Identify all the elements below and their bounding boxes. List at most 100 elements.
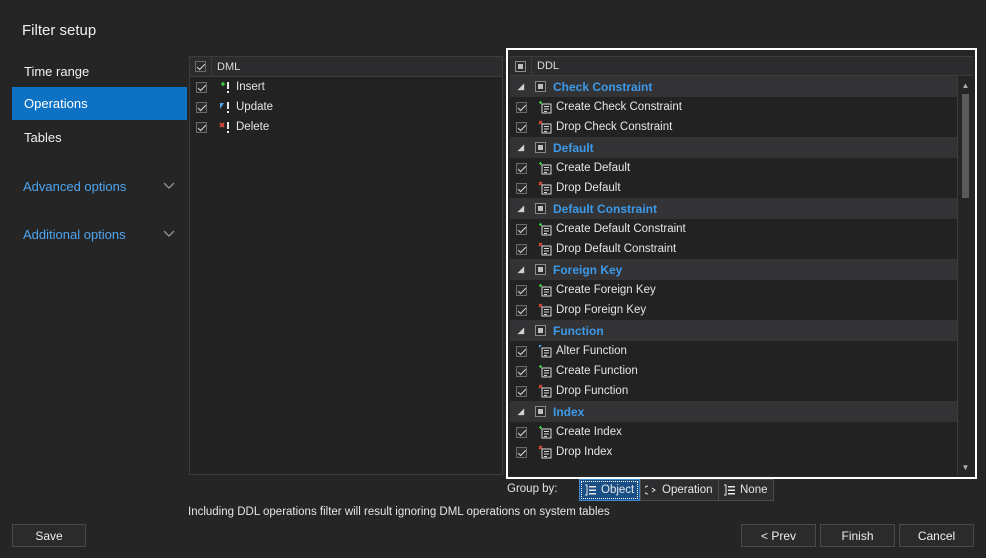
- group-checkbox[interactable]: [535, 81, 546, 92]
- collapse-triangle-icon[interactable]: ◢: [510, 82, 532, 91]
- ddl-header-label: DDL: [537, 60, 560, 72]
- ddl-row-checkbox[interactable]: [515, 365, 527, 377]
- dml-row-update[interactable]: Update: [190, 97, 502, 117]
- save-button[interactable]: Save: [12, 524, 86, 547]
- ddl-group-header[interactable]: ◢ Function: [510, 320, 957, 341]
- ddl-row-label: Alter Function: [556, 345, 627, 357]
- collapse-triangle-icon[interactable]: ◢: [510, 265, 532, 274]
- ddl-row[interactable]: Drop Function: [510, 381, 957, 401]
- nav-time-range[interactable]: Time range: [12, 55, 187, 88]
- nav-tables[interactable]: Tables: [12, 121, 187, 154]
- additional-options-toggle[interactable]: Additional options: [23, 224, 175, 244]
- collapse-triangle-icon[interactable]: ◢: [510, 143, 532, 152]
- create-operation-icon: [538, 283, 552, 297]
- dml-row-insert[interactable]: Insert: [190, 77, 502, 97]
- drop-operation-icon: [538, 120, 552, 134]
- group-checkbox[interactable]: [535, 142, 546, 153]
- collapse-triangle-icon[interactable]: ◢: [510, 407, 532, 416]
- ddl-row[interactable]: Drop Default: [510, 178, 957, 198]
- finish-button[interactable]: Finish: [820, 524, 895, 547]
- dml-grid: DML Insert Update Delete: [189, 56, 503, 475]
- ddl-row-label: Create Index: [556, 426, 622, 438]
- ddl-scrollbar[interactable]: ▲ ▼: [957, 77, 973, 475]
- ddl-row[interactable]: Create Check Constraint: [510, 97, 957, 117]
- ddl-row-label: Drop Function: [556, 385, 629, 397]
- ddl-row-label: Create Function: [556, 365, 638, 377]
- group-checkbox[interactable]: [535, 406, 546, 417]
- ddl-row[interactable]: Alter Function: [510, 341, 957, 361]
- ddl-grid-header: DDL: [510, 56, 973, 76]
- ddl-group-name: Index: [553, 404, 585, 419]
- ddl-row-checkbox[interactable]: [515, 426, 527, 438]
- ddl-row[interactable]: Drop Foreign Key: [510, 300, 957, 320]
- advanced-options-label: Advanced options: [23, 178, 127, 194]
- scroll-thumb[interactable]: [962, 94, 969, 198]
- ddl-row-checkbox[interactable]: [515, 223, 527, 235]
- nav-operations[interactable]: Operations: [12, 87, 187, 120]
- ddl-row-checkbox[interactable]: [515, 101, 527, 113]
- advanced-options-toggle[interactable]: Advanced options: [23, 176, 175, 196]
- drop-operation-icon: [538, 303, 552, 317]
- create-operation-icon: [538, 425, 552, 439]
- ddl-grid: DDL ◢ Check Constraint Create Check Constr…: [510, 56, 973, 475]
- scroll-up-icon[interactable]: ▲: [958, 79, 973, 91]
- ddl-row[interactable]: Drop Index: [510, 442, 957, 462]
- group-by-object-button[interactable]: Object: [579, 479, 641, 501]
- collapse-triangle-icon[interactable]: ◢: [510, 326, 532, 335]
- ddl-row-checkbox[interactable]: [515, 446, 527, 458]
- ddl-row-checkbox[interactable]: [515, 345, 527, 357]
- ddl-row-label: Drop Check Constraint: [556, 121, 673, 133]
- ddl-row-label: Create Default Constraint: [556, 223, 686, 235]
- ddl-group-header[interactable]: ◢ Foreign Key: [510, 259, 957, 280]
- collapse-triangle-icon[interactable]: ◢: [510, 204, 532, 213]
- prev-button[interactable]: < Prev: [741, 524, 816, 547]
- ddl-row[interactable]: Create Function: [510, 361, 957, 381]
- cancel-button[interactable]: Cancel: [899, 524, 974, 547]
- ddl-grid-frame: DDL ◢ Check Constraint Create Check Constr…: [506, 48, 977, 479]
- ddl-row-checkbox[interactable]: [515, 385, 527, 397]
- delete-label: Delete: [236, 121, 270, 133]
- ddl-row[interactable]: Create Default: [510, 158, 957, 178]
- ddl-row[interactable]: Drop Check Constraint: [510, 117, 957, 137]
- scroll-down-icon[interactable]: ▼: [958, 461, 973, 473]
- update-icon: [218, 100, 232, 114]
- create-operation-icon: [538, 100, 552, 114]
- ddl-row-checkbox[interactable]: [515, 243, 527, 255]
- ddl-group-header[interactable]: ◢ Default Constraint: [510, 198, 957, 219]
- ddl-row-checkbox[interactable]: [515, 182, 527, 194]
- create-operation-icon: [538, 161, 552, 175]
- group-checkbox[interactable]: [535, 325, 546, 336]
- chevron-down-icon: [163, 182, 175, 190]
- dml-row-delete[interactable]: Delete: [190, 117, 502, 137]
- ddl-select-all-checkbox[interactable]: [515, 60, 526, 72]
- ddl-row-checkbox[interactable]: [515, 162, 527, 174]
- ddl-row-checkbox[interactable]: [515, 284, 527, 296]
- ddl-list: ◢ Check Constraint Create Check Constraint…: [510, 76, 957, 462]
- ddl-group-name: Check Constraint: [553, 79, 653, 94]
- ddl-row[interactable]: Create Index: [510, 422, 957, 442]
- group-checkbox[interactable]: [535, 203, 546, 214]
- ddl-row[interactable]: Drop Default Constraint: [510, 239, 957, 259]
- delete-checkbox[interactable]: [195, 121, 207, 133]
- group-by-object-label: Object: [601, 484, 635, 496]
- update-checkbox[interactable]: [195, 101, 207, 113]
- ddl-group-name: Default Constraint: [553, 201, 658, 216]
- ddl-row-label: Drop Default Constraint: [556, 243, 677, 255]
- group-by-operation-button[interactable]: Operation: [640, 479, 719, 501]
- object-group-icon: [585, 484, 596, 496]
- dml-select-all-checkbox[interactable]: [195, 61, 206, 72]
- insert-checkbox[interactable]: [195, 81, 207, 93]
- update-label: Update: [236, 101, 274, 113]
- ddl-group-header[interactable]: ◢ Index: [510, 401, 957, 422]
- ddl-row-checkbox[interactable]: [515, 304, 527, 316]
- ddl-row[interactable]: Create Foreign Key: [510, 280, 957, 300]
- ddl-row-label: Create Default: [556, 162, 631, 174]
- ddl-group-header[interactable]: ◢ Default: [510, 137, 957, 158]
- chevron-down-icon: [163, 230, 175, 238]
- ddl-group-header[interactable]: ◢ Check Constraint: [510, 76, 957, 97]
- ddl-row[interactable]: Create Default Constraint: [510, 219, 957, 239]
- insert-label: Insert: [236, 81, 265, 93]
- group-by-none-button[interactable]: None: [718, 479, 774, 501]
- group-checkbox[interactable]: [535, 264, 546, 275]
- ddl-row-checkbox[interactable]: [515, 121, 527, 133]
